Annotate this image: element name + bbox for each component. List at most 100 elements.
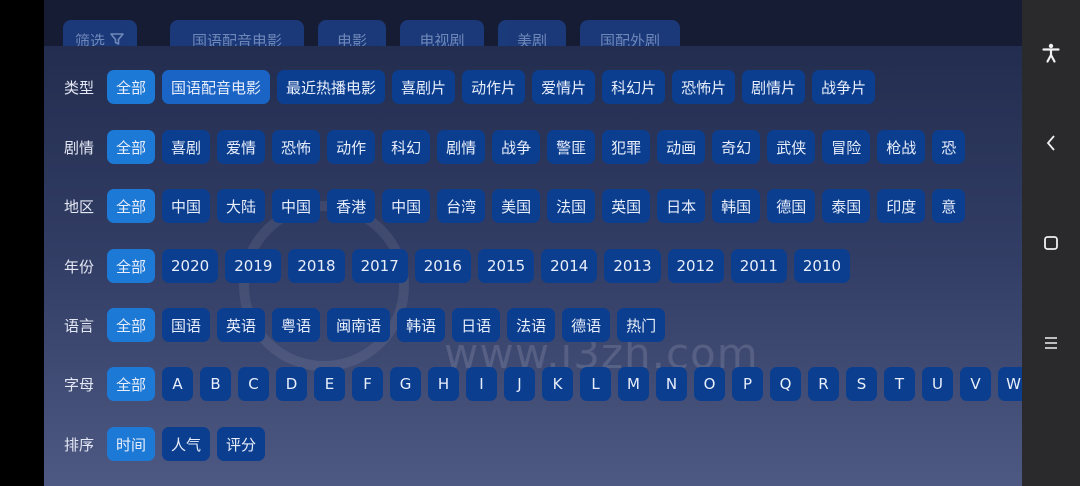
filter-chip[interactable]: 中国: [272, 189, 321, 223]
filter-chip[interactable]: 2017: [351, 249, 408, 283]
filter-chip[interactable]: 战争片: [812, 70, 876, 104]
filter-chip[interactable]: 韩语: [397, 308, 446, 342]
filter-chip[interactable]: 美国: [492, 189, 541, 223]
filter-chip[interactable]: I: [466, 367, 498, 401]
filter-chip[interactable]: 爱情: [217, 130, 266, 164]
filter-chip[interactable]: 法国: [547, 189, 596, 223]
filter-chip[interactable]: Q: [770, 367, 802, 401]
filter-chip[interactable]: 2014: [541, 249, 598, 283]
filter-chip[interactable]: C: [238, 367, 270, 401]
filter-chip[interactable]: 热门: [617, 308, 666, 342]
filter-chip[interactable]: 武侠: [767, 130, 816, 164]
filter-chip[interactable]: V: [960, 367, 992, 401]
filter-chip[interactable]: T: [884, 367, 916, 401]
filter-chip[interactable]: W: [998, 367, 1022, 401]
filter-chip[interactable]: O: [694, 367, 726, 401]
filter-chip[interactable]: 剧情: [437, 130, 486, 164]
home-icon[interactable]: [1022, 223, 1080, 263]
filter-chip[interactable]: 2020: [162, 249, 219, 283]
filter-chip[interactable]: 粤语: [272, 308, 321, 342]
filter-row-label: 剧情: [64, 138, 95, 157]
filter-chip[interactable]: 闽南语: [327, 308, 391, 342]
filter-chip[interactable]: 动画: [657, 130, 706, 164]
filter-chip[interactable]: 时间: [107, 427, 156, 461]
filter-chip[interactable]: 动作: [327, 130, 376, 164]
filter-chip[interactable]: 爱情片: [532, 70, 596, 104]
filter-chip[interactable]: 全部: [107, 189, 156, 223]
filter-chip[interactable]: 泰国: [822, 189, 871, 223]
filter-chip-list: 全部 中国 大陆 中国 香港 中国 台湾 美国 法国 英国 日本 韩国 德国 泰国 印度意: [104, 189, 966, 223]
filter-chip[interactable]: 犯罪: [602, 130, 651, 164]
filter-chip[interactable]: 德国: [767, 189, 816, 223]
filter-chip[interactable]: 印度: [877, 189, 926, 223]
filter-chip[interactable]: 2010: [793, 249, 851, 283]
filter-chip[interactable]: 全部: [107, 130, 156, 164]
filter-chip[interactable]: 2015: [477, 249, 535, 283]
filter-chip[interactable]: 恐: [932, 130, 966, 164]
filter-chip[interactable]: 法语: [507, 308, 556, 342]
filter-chip[interactable]: 日语: [452, 308, 501, 342]
filter-chip[interactable]: 恐怖片: [672, 70, 736, 104]
filter-chip[interactable]: 动作片: [462, 70, 526, 104]
accessibility-icon[interactable]: [1022, 33, 1080, 73]
filter-chip[interactable]: G: [390, 367, 422, 401]
filter-chip[interactable]: 评分: [217, 427, 266, 461]
funnel-icon: [110, 33, 124, 45]
filter-chip[interactable]: B: [200, 367, 232, 401]
back-icon[interactable]: [1022, 123, 1080, 163]
filter-chip[interactable]: S: [846, 367, 878, 401]
filter-chip[interactable]: 喜剧: [162, 130, 211, 164]
filter-chip[interactable]: 剧情片: [742, 70, 806, 104]
filter-chip[interactable]: K: [542, 367, 574, 401]
filter-chip[interactable]: 英语: [217, 308, 266, 342]
filter-chip[interactable]: 2018: [288, 249, 345, 283]
filter-chip[interactable]: 全部: [107, 70, 156, 104]
filter-chip[interactable]: F: [352, 367, 384, 401]
filter-chip[interactable]: 最近热播电影: [277, 70, 386, 104]
filter-chip[interactable]: 大陆: [217, 189, 266, 223]
filter-chip[interactable]: D: [276, 367, 308, 401]
filter-chip[interactable]: E: [314, 367, 346, 401]
filter-chip[interactable]: 韩国: [712, 189, 761, 223]
filter-chip[interactable]: 德语: [562, 308, 611, 342]
filter-chip[interactable]: 恐怖: [272, 130, 321, 164]
filter-row: 字母 全部 A B C D E F G H I J K L M N O P Q R S T U V W: [44, 367, 1022, 401]
filter-chip[interactable]: 科幻: [382, 130, 431, 164]
filter-chip[interactable]: 冒险: [822, 130, 871, 164]
filter-chip[interactable]: 国语配音电影: [162, 70, 271, 104]
filter-chip[interactable]: 台湾: [437, 189, 486, 223]
filter-chip[interactable]: 英国: [602, 189, 651, 223]
menu-icon[interactable]: [1022, 323, 1080, 363]
filter-chip[interactable]: 意: [932, 189, 966, 223]
filter-chip[interactable]: P: [732, 367, 764, 401]
filter-chip[interactable]: 奇幻: [712, 130, 761, 164]
filter-chip[interactable]: 2012: [667, 249, 724, 283]
filter-chip[interactable]: A: [162, 367, 194, 401]
filter-chip[interactable]: N: [656, 367, 688, 401]
filter-chip[interactable]: 香港: [327, 189, 376, 223]
filter-chip[interactable]: 国语: [162, 308, 211, 342]
filter-chip[interactable]: 喜剧片: [392, 70, 456, 104]
filter-chip[interactable]: J: [504, 367, 536, 401]
filter-chip[interactable]: 中国: [382, 189, 431, 223]
filter-chip[interactable]: 战争: [492, 130, 541, 164]
filter-chip[interactable]: R: [808, 367, 840, 401]
filter-chip[interactable]: 全部: [107, 249, 156, 283]
filter-chip[interactable]: 警匪: [547, 130, 596, 164]
filter-chip[interactable]: 2019: [225, 249, 282, 283]
filter-chip[interactable]: 科幻片: [602, 70, 666, 104]
filter-chip[interactable]: 2013: [604, 249, 661, 283]
filter-chip[interactable]: L: [580, 367, 612, 401]
filter-chip[interactable]: 2016: [414, 249, 471, 283]
filter-chip[interactable]: 全部: [107, 308, 156, 342]
filter-chip[interactable]: H: [428, 367, 460, 401]
filter-chip[interactable]: 人气: [162, 427, 211, 461]
filter-row: 剧情 全部 喜剧 爱情 恐怖 动作 科幻 剧情 战争 警匪 犯罪 动画 奇幻 武侠 冒险 枪战恐: [44, 130, 1022, 164]
filter-chip[interactable]: 日本: [657, 189, 706, 223]
filter-chip[interactable]: 全部: [107, 367, 156, 401]
filter-chip[interactable]: M: [618, 367, 650, 401]
filter-chip[interactable]: 枪战: [877, 130, 926, 164]
filter-chip[interactable]: 中国: [162, 189, 211, 223]
filter-chip[interactable]: U: [922, 367, 954, 401]
filter-chip[interactable]: 2011: [730, 249, 787, 283]
